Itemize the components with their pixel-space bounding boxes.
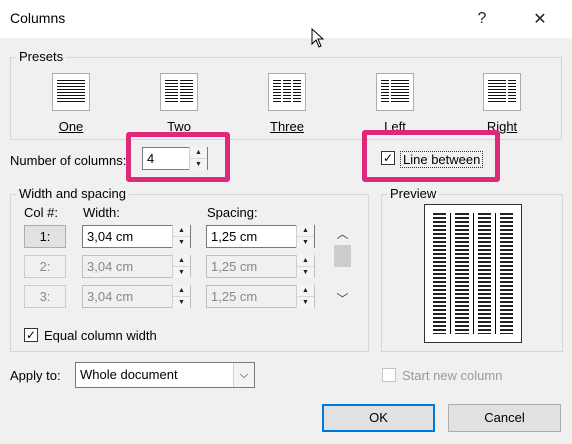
width-spinner-1[interactable]: ▲ ▼	[172, 225, 190, 248]
spin-down-icon[interactable]: ▼	[173, 237, 190, 248]
spacing-header: Spacing:	[207, 205, 258, 220]
col-number-button-2: 2:	[24, 255, 66, 278]
preset-one[interactable]	[52, 73, 90, 111]
equal-column-width-checkbox[interactable]: ✓	[24, 328, 38, 342]
scroll-up-icon[interactable]: ︿	[334, 225, 351, 245]
number-of-columns-label: Number of columns:	[10, 153, 127, 168]
presets-label: Presets	[16, 49, 67, 64]
scroll-down-icon[interactable]: ﹀	[334, 290, 351, 310]
preview-page	[424, 204, 522, 343]
width-spinner-3: ▲ ▼	[172, 285, 190, 308]
preset-three-label: Three	[270, 119, 304, 134]
highlight-box-number-of-columns	[126, 132, 230, 182]
width-spacing-label: Width and spacing	[16, 186, 129, 201]
spacing-spinner-2: ▲ ▼	[296, 255, 314, 278]
chevron-down-icon[interactable]: ⌵	[233, 363, 254, 387]
preset-left[interactable]	[376, 73, 414, 111]
dialog-title: Columns	[10, 10, 66, 26]
col-number-button-1[interactable]: 1:	[24, 225, 66, 248]
apply-to-select[interactable]: Whole document	[75, 362, 255, 388]
mouse-cursor-icon	[311, 28, 325, 48]
spin-down-icon: ▼	[297, 267, 314, 278]
spin-up-icon[interactable]: ▲	[173, 225, 190, 237]
equal-column-width-label: Equal column width	[44, 328, 157, 343]
spin-down-icon[interactable]: ▼	[297, 237, 314, 248]
col-number-button-3: 3:	[24, 285, 66, 308]
width-header: Width:	[83, 205, 120, 220]
spin-up-icon[interactable]: ▲	[297, 225, 314, 237]
help-button[interactable]: ?	[460, 4, 504, 34]
highlight-box-line-between	[362, 130, 500, 182]
start-new-column-checkbox	[382, 368, 396, 382]
preset-two[interactable]	[160, 73, 198, 111]
spacing-spinner-1[interactable]: ▲ ▼	[296, 225, 314, 248]
ok-button[interactable]: OK	[322, 404, 435, 432]
close-button[interactable]: ✕	[518, 4, 562, 34]
cancel-button[interactable]: Cancel	[448, 404, 561, 432]
spin-up-icon: ▲	[297, 255, 314, 267]
spin-up-icon: ▲	[297, 285, 314, 297]
preset-one-label: One	[58, 119, 84, 134]
scrollbar-thumb[interactable]	[334, 245, 351, 267]
preset-right[interactable]	[483, 73, 521, 111]
apply-to-label: Apply to:	[10, 368, 61, 383]
start-new-column-label: Start new column	[402, 368, 503, 383]
spin-up-icon: ▲	[173, 285, 190, 297]
checkmark-icon: ✓	[25, 328, 37, 342]
width-spinner-2: ▲ ▼	[172, 255, 190, 278]
spin-down-icon: ▼	[173, 267, 190, 278]
spacing-spinner-3: ▲ ▼	[296, 285, 314, 308]
close-icon: ✕	[533, 11, 547, 28]
preset-three[interactable]	[268, 73, 306, 111]
spin-up-icon: ▲	[173, 255, 190, 267]
col-number-header: Col #:	[24, 205, 58, 220]
preview-label: Preview	[387, 186, 440, 201]
columns-scrollbar[interactable]: ︿ ﹀	[334, 225, 351, 310]
spin-down-icon: ▼	[297, 297, 314, 308]
help-icon: ?	[477, 10, 487, 27]
spin-down-icon: ▼	[173, 297, 190, 308]
